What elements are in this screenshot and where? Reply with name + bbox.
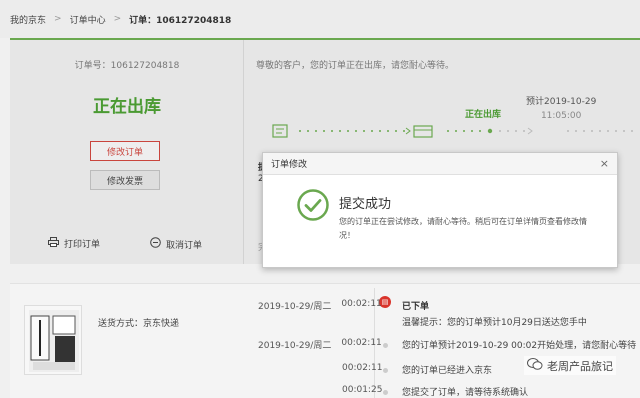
timeline-dot	[383, 368, 388, 373]
log-date: 2019-10-29/周二	[258, 302, 332, 312]
status-notice: 尊敬的客户，您的订单正在出库，请您耐心等待。	[256, 61, 455, 71]
estimate-date: 预计2019-10-29	[526, 97, 597, 107]
cancel-order-label: 取消订单	[166, 240, 203, 251]
log-row: 2019-10-29/周二 00:02:11	[258, 299, 382, 312]
log-time: 00:02:11	[342, 363, 383, 373]
success-check-icon	[297, 189, 329, 221]
log-text: 您的订单预计2019-10-29 00:02开始处理，请您耐心等待	[402, 341, 637, 351]
print-order-label: 打印订单	[64, 240, 101, 250]
chevron-right-icon: >	[54, 14, 62, 24]
log-row: 2019-10-29/周二 00:02:11	[258, 338, 382, 351]
log-row: 00:01:25	[342, 385, 382, 395]
close-icon[interactable]: ×	[600, 157, 609, 170]
minus-circle-icon	[150, 237, 161, 251]
log-time: 00:01:25	[342, 385, 383, 395]
log-title: 已下单	[402, 302, 430, 312]
breadcrumb-order-center[interactable]: 订单中心	[70, 13, 106, 26]
breadcrumb-current: 订单：106127204818	[129, 15, 232, 26]
timeline-dot	[383, 343, 388, 348]
watermark: 老周产品旅记	[524, 356, 616, 375]
order-status: 正在出库	[93, 97, 161, 117]
success-message: 您的订单正在尝试修改，请耐心等待。稍后可在订单详情页查看修改情况！	[339, 217, 587, 240]
print-order-link[interactable]: 打印订单	[48, 237, 100, 250]
log-time: 00:02:11	[341, 338, 382, 348]
progress-dots-3	[499, 130, 525, 132]
product-image[interactable]	[24, 305, 82, 375]
order-number: 订单号：106127204818	[74, 61, 180, 71]
watermark-text: 老周产品旅记	[547, 359, 613, 373]
modify-invoice-button[interactable]: 修改发票	[90, 170, 160, 190]
breadcrumb: 我的京东 > 订单中心 > 订单：106127204818	[0, 0, 640, 38]
progress-dots-4	[567, 130, 633, 132]
progress-dots-2	[447, 128, 493, 134]
dialog-header: 订单修改 ×	[263, 153, 617, 175]
wechat-icon	[527, 357, 543, 374]
log-text: 您的订单已经进入京东	[402, 366, 493, 376]
log-time: 00:02:11	[341, 299, 382, 309]
order-tracking-section: 送货方式：京东快递 ▤ 2019-10-29/周二 00:02:11 已下单 温…	[10, 283, 640, 398]
payment-card-icon	[413, 125, 433, 138]
timeline-dot	[383, 390, 388, 395]
current-step-label: 正在出库	[465, 110, 502, 120]
order-info-column: 订单号：106127204818 正在出库 修改订单 修改发票 打印订单 取消订…	[10, 40, 244, 264]
log-text: 温馨提示：您的订单预计10月29日送达您手中	[402, 318, 587, 328]
shipping-method: 送货方式：京东快递	[98, 319, 180, 329]
printer-icon	[48, 237, 59, 250]
progress-dots-1	[299, 130, 405, 132]
progress-steps	[272, 124, 640, 138]
success-title: 提交成功	[339, 197, 392, 212]
chevron-right-icon: >	[113, 14, 122, 24]
modify-order-button[interactable]: 修改订单	[90, 141, 160, 161]
edit-form-icon	[272, 124, 288, 138]
cancel-order-link[interactable]: 取消订单	[150, 237, 202, 251]
estimate-time: 11:05:00	[540, 111, 582, 121]
log-date: 2019-10-29/周二	[258, 341, 332, 351]
estimated-delivery: 预计2019-10-29 11:05:00	[526, 95, 596, 123]
dialog-title: 订单修改	[271, 160, 308, 170]
breadcrumb-home[interactable]: 我的京东	[10, 13, 46, 26]
log-row: 00:02:11	[342, 363, 382, 373]
log-text: 您提交了订单，请等待系统确认	[402, 388, 529, 398]
order-modify-dialog: 订单修改 × 提交成功 您的订单正在尝试修改，请耐心等待。稍后可在订单详情页查看…	[262, 152, 618, 268]
